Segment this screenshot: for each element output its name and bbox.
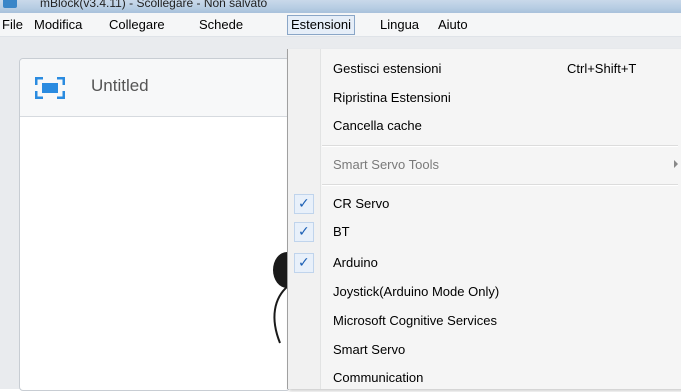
checkmark-box: ✓	[294, 253, 314, 273]
menu-item-microsoft-cognitive-services[interactable]: Microsoft Cognitive Services	[288, 308, 681, 335]
menu-separator	[322, 184, 678, 186]
menu-item-ripristina-estensioni[interactable]: Ripristina Estensioni	[288, 85, 681, 112]
menu-item-label: Smart Servo Tools	[333, 157, 439, 172]
menu-aiuto[interactable]: Aiuto	[438, 16, 468, 34]
stage-panel: Untitled	[19, 58, 290, 391]
checkmark-box: ✓	[294, 194, 314, 214]
menu-estensioni[interactable]: Estensioni	[287, 15, 355, 35]
menu-lingua[interactable]: Lingua	[380, 16, 419, 34]
menu-item-label: BT	[333, 224, 350, 239]
fullscreen-icon[interactable]	[35, 77, 65, 99]
submenu-arrow-icon	[674, 160, 678, 168]
checkmark-icon: ✓	[298, 255, 310, 271]
window-title: mBlock(v3.4.11) - Scollegare - Non salva…	[40, 0, 268, 10]
menu-item-smart-servo-tools[interactable]: Smart Servo Tools	[288, 152, 681, 179]
menu-item-label: CR Servo	[333, 196, 390, 211]
menu-item-label: Ripristina Estensioni	[333, 90, 451, 105]
menu-file[interactable]: File	[2, 16, 23, 34]
menu-separator	[322, 145, 678, 147]
checkmark-icon: ✓	[298, 224, 310, 240]
menu-item-label: Smart Servo	[333, 342, 406, 357]
menu-item-gestisci-estensioni[interactable]: Gestisci estensioni Ctrl+Shift+T	[288, 56, 681, 83]
menu-item-label: Cancella cache	[333, 118, 422, 133]
checkmark-icon: ✓	[298, 196, 310, 212]
menu-item-communication[interactable]: Communication	[288, 365, 681, 392]
menu-item-shortcut: Ctrl+Shift+T	[567, 61, 637, 76]
menu-item-arduino[interactable]: ✓ Arduino	[288, 250, 681, 277]
menu-item-label: Joystick(Arduino Mode Only)	[333, 284, 500, 299]
menu-item-label: Microsoft Cognitive Services	[333, 313, 497, 328]
stage-header: Untitled	[20, 59, 289, 117]
window-titlebar: mBlock(v3.4.11) - Scollegare - Non salva…	[0, 0, 681, 13]
menu-item-label: Communication	[333, 370, 424, 385]
app-icon	[3, 0, 17, 8]
menu-schede[interactable]: Schede	[199, 16, 243, 34]
estensioni-dropdown: Gestisci estensioni Ctrl+Shift+T Riprist…	[287, 49, 681, 389]
stage-title: Untitled	[91, 76, 149, 95]
menu-item-bt[interactable]: ✓ BT	[288, 219, 681, 246]
menu-bar: File Modifica Collegare Schede Estension…	[0, 13, 681, 37]
menu-item-smart-servo[interactable]: Smart Servo	[288, 337, 681, 364]
menu-item-cancella-cache[interactable]: Cancella cache	[288, 113, 681, 140]
menu-item-cr-servo[interactable]: ✓ CR Servo	[288, 191, 681, 218]
checkmark-box: ✓	[294, 222, 314, 242]
menu-item-label: Arduino	[333, 255, 378, 270]
menu-item-joystick[interactable]: Joystick(Arduino Mode Only)	[288, 279, 681, 306]
menu-collegare[interactable]: Collegare	[109, 16, 165, 34]
menu-modifica[interactable]: Modifica	[34, 16, 82, 34]
menu-item-label: Gestisci estensioni	[333, 61, 442, 76]
